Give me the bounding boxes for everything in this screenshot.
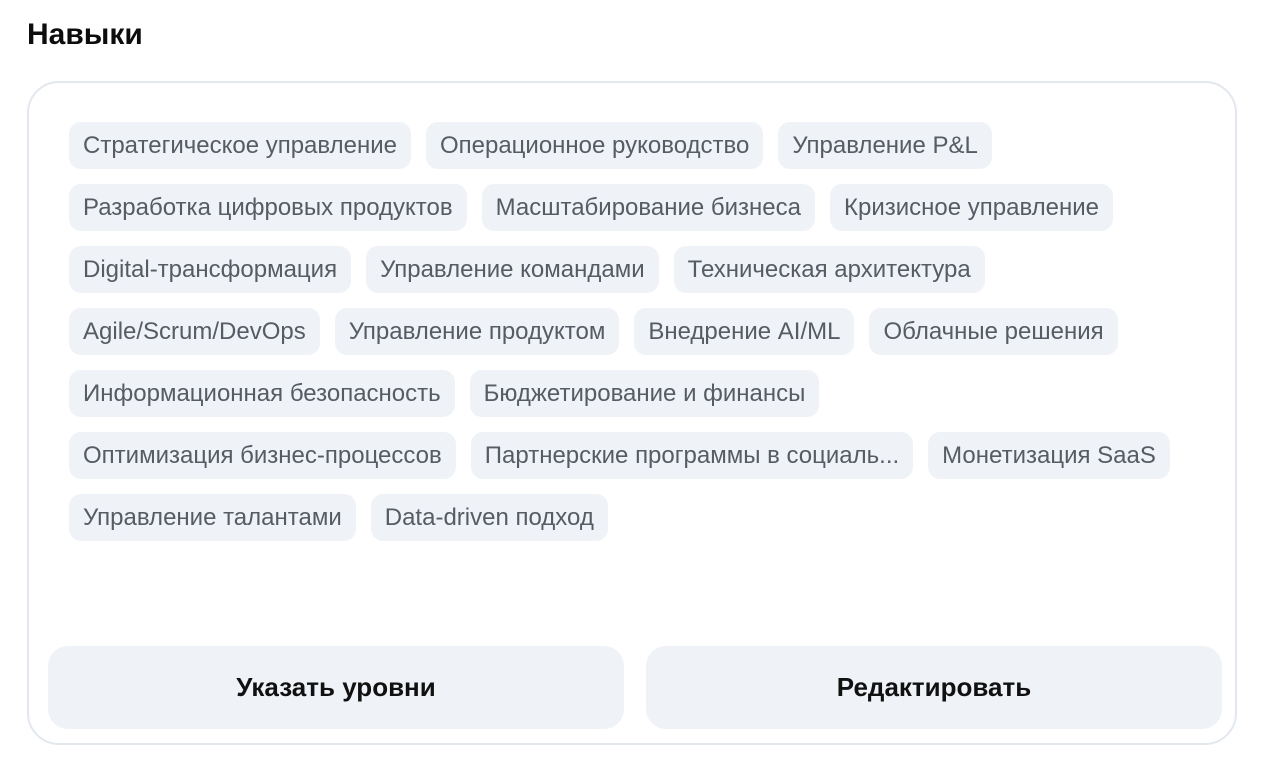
skill-chip[interactable]: Стратегическое управление — [69, 122, 411, 169]
skill-chip[interactable]: Облачные решения — [869, 308, 1118, 355]
edit-button[interactable]: Редактировать — [646, 646, 1222, 729]
section-title: Навыки — [27, 18, 143, 51]
skill-chip[interactable]: Управление P&L — [778, 122, 992, 169]
skills-card: Стратегическое управление Операционное р… — [27, 81, 1237, 745]
skill-chip[interactable]: Монетизация SaaS — [928, 432, 1170, 479]
skill-chip[interactable]: Масштабирование бизнеса — [481, 184, 815, 231]
skill-chip[interactable]: Операционное руководство — [425, 122, 764, 169]
skill-chip[interactable]: Кризисное управление — [830, 184, 1114, 231]
skill-chip[interactable]: Внедрение AI/ML — [634, 308, 855, 355]
skill-chip[interactable]: Информационная безопасность — [69, 370, 455, 417]
skill-chip[interactable]: Оптимизация бизнес-процессов — [69, 432, 456, 479]
skill-chip[interactable]: Управление талантами — [69, 494, 356, 541]
actions-row: Указать уровни Редактировать — [48, 646, 1222, 729]
skill-chip[interactable]: Разработка цифровых продуктов — [69, 184, 467, 231]
skill-chip[interactable]: Управление командами — [366, 246, 659, 293]
skill-chip[interactable]: Data-driven подход — [370, 494, 608, 541]
skill-chip[interactable]: Бюджетирование и финансы — [469, 370, 820, 417]
skill-chip[interactable]: Управление продуктом — [334, 308, 620, 355]
skill-chip[interactable]: Digital-трансформация — [69, 246, 352, 293]
skills-list: Стратегическое управление Операционное р… — [69, 122, 1199, 541]
set-levels-button[interactable]: Указать уровни — [48, 646, 624, 729]
skill-chip[interactable]: Техническая архитектура — [673, 246, 985, 293]
skill-chip[interactable]: Agile/Scrum/DevOps — [69, 308, 320, 355]
skill-chip[interactable]: Партнерские программы в социаль... — [470, 432, 914, 479]
